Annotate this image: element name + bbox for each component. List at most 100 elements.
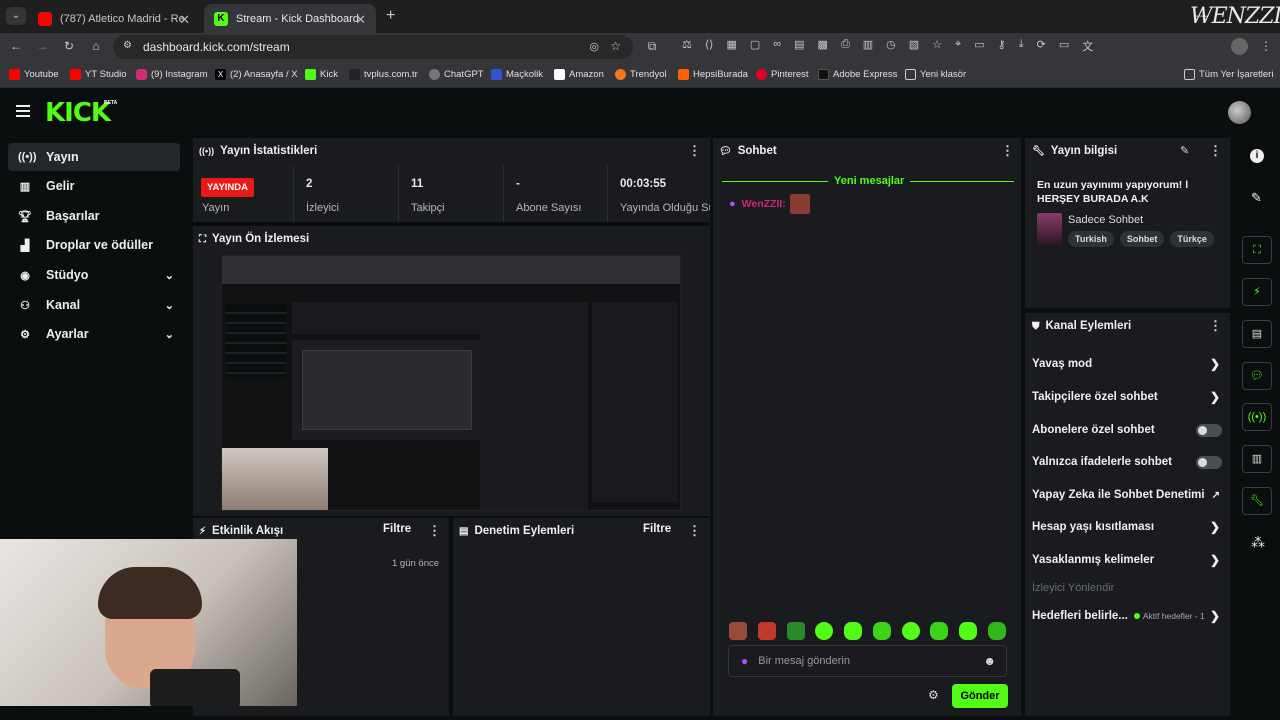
emote-button[interactable] [844, 622, 862, 640]
chevron-down-icon[interactable]: ⌄ [165, 269, 174, 282]
ext-icon[interactable]: ▭ [974, 38, 984, 54]
stream-info-more-icon[interactable]: ⋮ [1209, 143, 1222, 159]
bookmark-adobe-express[interactable]: Adobe Express [818, 66, 897, 82]
ext-icon[interactable]: ∞ [773, 38, 781, 54]
translate-icon[interactable]: 文 [1082, 38, 1093, 54]
kick-logo[interactable]: KICK [45, 98, 111, 128]
extension-icons-row[interactable]: ⚖ ⟨⟩ ▦ ▢ ∞ ▤ ▩ ⎙ ▥ ◷ ▧ ☆ ⌖ ▭ ⚷ ⤓ ⟳ ▭ 文 [682, 38, 1182, 54]
close-tab-icon[interactable]: ✕ [179, 12, 190, 28]
tag[interactable]: Türkçe [1170, 231, 1214, 247]
sidebar-item-kanal[interactable]: ⚇ Kanal ⌄ [8, 291, 180, 319]
sidebar-item-droplar[interactable]: ▟ Droplar ve ödüller [8, 231, 180, 259]
menu-kebab-icon[interactable]: ⋮ [1258, 38, 1274, 54]
sidebar-item-ayarlar[interactable]: ⚙ Ayarlar ⌄ [8, 320, 180, 348]
emote-button[interactable] [758, 622, 776, 640]
activity-widget-button[interactable]: ⚡︎ [1242, 278, 1272, 306]
preview-widget-button[interactable]: ⛶ [1242, 236, 1272, 264]
bookmark-x[interactable]: X (2) Anasayfa / X [215, 66, 298, 82]
emote-button[interactable] [815, 622, 833, 640]
activity-filter-button[interactable]: Filtre [383, 523, 411, 535]
tag[interactable]: Turkish [1068, 231, 1114, 247]
moderation-widget-button[interactable]: ▤ [1242, 320, 1272, 348]
emote-button[interactable] [729, 622, 747, 640]
ext-icon[interactable]: ▧ [909, 38, 919, 54]
tab-search-button[interactable]: ⌄ [6, 7, 26, 25]
ext-icon[interactable]: ⚖ [682, 38, 692, 54]
layout-widget-button[interactable]: ▥ [1242, 445, 1272, 473]
category-name[interactable]: Sadece Sohbet [1068, 214, 1143, 226]
extensions-icon[interactable]: ⧉ [644, 38, 660, 54]
bookmark-trendyol[interactable]: Trendyol [615, 66, 667, 82]
chat-more-icon[interactable]: ⋮ [1001, 143, 1014, 159]
chat-username[interactable]: WenZZII: [742, 198, 786, 210]
account-age-row[interactable]: Hesap yaşı kısıtlaması ❯ [1032, 517, 1222, 537]
ext-icon[interactable]: ⟳ [1037, 38, 1046, 54]
info-icon[interactable]: i [1250, 149, 1264, 163]
emote-button[interactable] [959, 622, 977, 640]
followers-only-row[interactable]: Takipçilere özel sohbet ❯ [1032, 387, 1222, 407]
bookmark-hepsiburada[interactable]: HepsiBurada [678, 66, 748, 82]
cast-icon[interactable]: ▭ [1059, 38, 1069, 54]
bookmark-tvplus[interactable]: tvplus.com.tr [349, 66, 418, 82]
forward-icon[interactable]: → [34, 38, 50, 54]
emote-button[interactable] [988, 622, 1006, 640]
stats-more-icon[interactable]: ⋮ [688, 143, 701, 159]
user-avatar[interactable] [1228, 101, 1251, 124]
ext-icon[interactable]: ▤ [794, 38, 804, 54]
reload-icon[interactable]: ↻ [61, 38, 77, 54]
sidebar-item-yayin[interactable]: ((•)) Yayın [8, 143, 180, 171]
emote-button[interactable] [873, 622, 891, 640]
chevron-down-icon[interactable]: ⌄ [165, 299, 174, 312]
chat-widget-button[interactable]: 💬︎ [1242, 362, 1272, 390]
sidebar-item-studyo[interactable]: ◉ Stüdyo ⌄ [8, 261, 180, 289]
bookmark-kick[interactable]: Kick [305, 66, 338, 82]
ext-icon[interactable]: ⌖ [955, 38, 961, 54]
ext-icon[interactable]: ⟨⟩ [705, 38, 714, 54]
stream-preview-video[interactable] [221, 255, 681, 511]
emote-button[interactable] [787, 622, 805, 640]
tab-youtube[interactable]: (787) Atletico Madrid - Real Ma ✕ [28, 4, 200, 33]
tag[interactable]: Sohbet [1119, 231, 1165, 247]
bookmark-instagram[interactable]: (9) Instagram [136, 66, 208, 82]
bookmark-chatgpt[interactable]: ChatGPT [429, 66, 484, 82]
bookmark-star-icon[interactable]: ☆ [610, 39, 621, 53]
emote-button[interactable] [930, 622, 948, 640]
profile-avatar[interactable] [1231, 38, 1248, 55]
tab-kick-dashboard[interactable]: K Stream - Kick Dashboard ✕ [204, 4, 376, 33]
banned-words-row[interactable]: Yasaklanmış kelimeler ❯ [1032, 550, 1222, 570]
download-icon[interactable]: ⤓ [1019, 38, 1024, 54]
send-button[interactable]: Gönder [952, 684, 1008, 708]
site-info-icon[interactable]: ⚙ [123, 40, 132, 51]
broadcast-widget-button[interactable]: ((•)) [1242, 403, 1272, 431]
apps-icon[interactable]: ⁂ [1251, 534, 1265, 551]
ext-icon[interactable]: ▩ [818, 38, 828, 54]
sidebar-item-gelir[interactable]: ▥ Gelir [8, 172, 180, 200]
ai-moderation-row[interactable]: Yapay Zeka ile Sohbet Denetimi ↗ [1032, 485, 1222, 505]
bookmark-mackolik[interactable]: Maçkolik [491, 66, 543, 82]
edit-icon[interactable]: ✎ [1251, 190, 1262, 206]
bookmark-youtube[interactable]: Youtube [9, 66, 59, 82]
emoji-icon[interactable]: ☻ [983, 654, 996, 668]
moderation-more-icon[interactable]: ⋮ [688, 523, 701, 539]
ext-icon[interactable]: ⎙ [841, 38, 850, 54]
ext-icon[interactable]: ▥ [863, 38, 873, 54]
hamburger-menu-icon[interactable] [16, 105, 30, 117]
emote-button[interactable] [902, 622, 920, 640]
slow-mode-row[interactable]: Yavaş mod ❯ [1032, 354, 1222, 374]
new-tab-button[interactable]: + [386, 7, 395, 25]
all-bookmarks[interactable]: Tüm Yer İşaretleri [1184, 66, 1273, 82]
ext-icon[interactable]: ◷ [886, 38, 896, 54]
chat-settings-icon[interactable]: ⚙ [928, 688, 939, 702]
bookmark-yt-studio[interactable]: YT Studio [70, 66, 127, 82]
tools-widget-button[interactable]: 🔧︎ [1242, 487, 1272, 515]
eye-off-icon[interactable]: ◎ [589, 40, 599, 53]
ext-icon[interactable]: ☆ [932, 38, 942, 54]
activity-more-icon[interactable]: ⋮ [428, 523, 441, 539]
bookmark-pinterest[interactable]: Pinterest [756, 66, 809, 82]
channel-actions-more-icon[interactable]: ⋮ [1209, 318, 1222, 334]
ext-icon[interactable]: ⚷ [998, 38, 1006, 54]
edit-pencil-icon[interactable]: ✎ [1180, 144, 1189, 157]
ext-icon[interactable]: ▢ [750, 38, 760, 54]
subscribers-only-toggle[interactable] [1196, 424, 1222, 437]
home-icon[interactable]: ⌂ [88, 38, 104, 54]
